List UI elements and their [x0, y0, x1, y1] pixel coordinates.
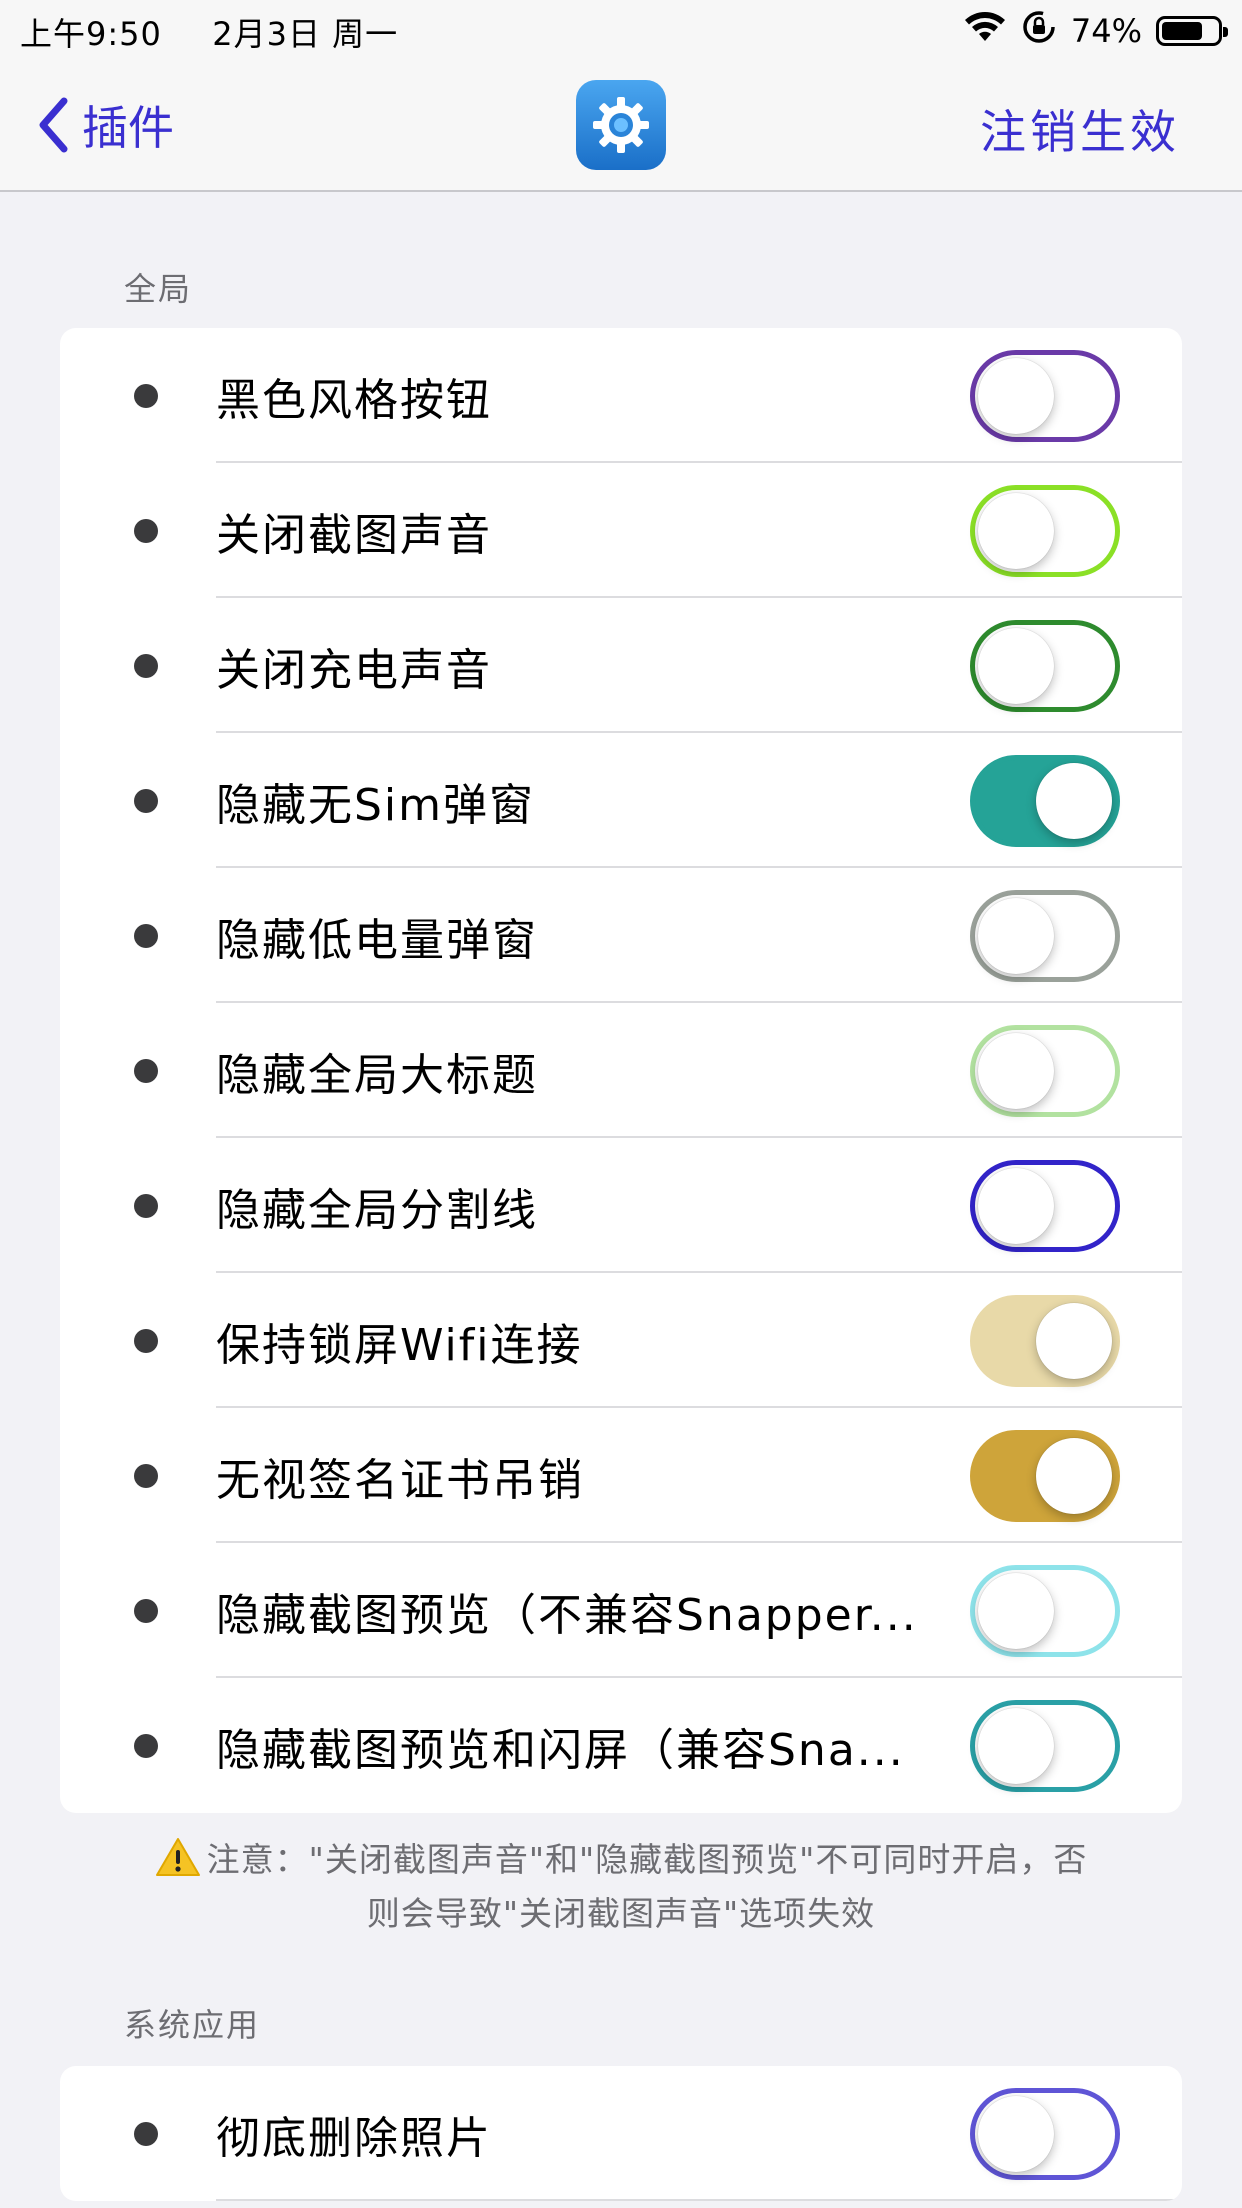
settings-row-label: 隐藏截图预览和闪屏（兼容Sna... — [216, 1724, 905, 1776]
toggle-knob — [978, 898, 1054, 974]
toggle-knob — [978, 1573, 1054, 1649]
status-time: 上午9:50 — [20, 15, 162, 53]
warning-text-line1: 注意："关闭截图声音"和"隐藏截图预览"不可同时开启，否 — [206, 1840, 1088, 1879]
settings-row: 关闭充电声音 — [60, 598, 1182, 733]
battery-percent: 74% — [1070, 12, 1142, 50]
bullet-icon — [134, 1329, 158, 1353]
toggle-switch[interactable] — [970, 1430, 1120, 1522]
settings-row-label: 彻底删除照片 — [216, 2112, 492, 2164]
settings-gear-icon — [576, 80, 666, 170]
settings-row: 关闭截图声音 — [60, 463, 1182, 598]
toggle-switch[interactable] — [970, 350, 1120, 442]
settings-row: 隐藏低电量弹窗 — [60, 868, 1182, 1003]
status-date: 2月3日 周一 — [212, 15, 399, 53]
bullet-icon — [134, 519, 158, 543]
settings-group-global: 黑色风格按钮 关闭截图声音 关闭充电声音 隐藏无Sim弹窗 隐藏低电量弹窗 隐藏全局大标题… — [60, 328, 1182, 1813]
bullet-icon — [134, 1194, 158, 1218]
status-bar: 上午9:50 2月3日 周一 74% — [0, 0, 1242, 56]
status-time-date: 上午9:50 2月3日 周一 — [20, 9, 398, 55]
settings-row: 保持锁屏Wifi连接 — [60, 1273, 1182, 1408]
toggle-switch[interactable] — [970, 620, 1120, 712]
toggle-switch[interactable] — [970, 1025, 1120, 1117]
bullet-icon — [134, 1599, 158, 1623]
chevron-left-icon — [39, 97, 68, 153]
toggle-knob — [1036, 1303, 1112, 1379]
section-header-global: 全局 — [124, 270, 193, 308]
toggle-knob — [978, 1168, 1054, 1244]
settings-row-label: 隐藏低电量弹窗 — [216, 914, 538, 966]
settings-row-label: 黑色风格按钮 — [216, 374, 492, 426]
bullet-icon — [134, 654, 158, 678]
toggle-knob — [978, 1708, 1054, 1784]
toggle-knob — [978, 1033, 1054, 1109]
bullet-icon — [134, 384, 158, 408]
toggle-knob — [978, 493, 1054, 569]
back-button[interactable]: 插件 — [38, 92, 174, 158]
toggle-switch[interactable] — [970, 890, 1120, 982]
settings-row: 无视签名证书吊销 — [60, 1408, 1182, 1543]
toggle-switch[interactable] — [970, 1565, 1120, 1657]
back-button-label: 插件 — [82, 101, 174, 155]
settings-row: 隐藏截图预览和闪屏（兼容Sna... — [60, 1678, 1182, 1813]
toggle-knob — [1036, 763, 1112, 839]
settings-row: 彻底删除照片 — [60, 2066, 1182, 2201]
warning-text-line2: 则会导致"关闭截图声音"选项失效 — [366, 1894, 876, 1933]
toggle-switch[interactable] — [970, 755, 1120, 847]
toggle-switch[interactable] — [970, 1700, 1120, 1792]
warning-icon — [155, 1837, 201, 1890]
section-header-system-apps: 系统应用 — [124, 2006, 261, 2044]
bullet-icon — [134, 1464, 158, 1488]
settings-row-label: 隐藏截图预览（不兼容Snapper... — [216, 1589, 918, 1641]
toggle-switch[interactable] — [970, 485, 1120, 577]
settings-row-label: 保持锁屏Wifi连接 — [216, 1319, 583, 1371]
bullet-icon — [134, 2122, 158, 2146]
settings-row-label: 隐藏全局大标题 — [216, 1049, 538, 1101]
toggle-switch[interactable] — [970, 2088, 1120, 2180]
settings-row: 隐藏截图预览（不兼容Snapper... — [60, 1543, 1182, 1678]
bullet-icon — [134, 924, 158, 948]
settings-row: 隐藏全局分割线 — [60, 1138, 1182, 1273]
navigation-bar: 插件 注销生效 — [0, 56, 1242, 192]
settings-row: 隐藏全局大标题 — [60, 1003, 1182, 1138]
settings-row: 隐藏无Sim弹窗 — [60, 733, 1182, 868]
bullet-icon — [134, 1734, 158, 1758]
toggle-switch[interactable] — [970, 1160, 1120, 1252]
bullet-icon — [134, 789, 158, 813]
battery-icon — [1156, 16, 1228, 46]
bullet-icon — [134, 1059, 158, 1083]
settings-group-system-apps: 彻底删除照片 — [60, 2066, 1182, 2201]
warning-note: 注意："关闭截图声音"和"隐藏截图预览"不可同时开启，否 则会导致"关闭截图声音… — [100, 1836, 1142, 1938]
settings-row-label: 无视签名证书吊销 — [216, 1454, 584, 1506]
toggle-knob — [1036, 1438, 1112, 1514]
settings-row-label: 隐藏全局分割线 — [216, 1184, 538, 1236]
toggle-switch[interactable] — [970, 1295, 1120, 1387]
wifi-icon — [963, 10, 1007, 52]
rotation-lock-icon — [1021, 9, 1057, 53]
settings-row-label: 关闭截图声音 — [216, 509, 492, 561]
status-indicators: 74% — [963, 9, 1228, 53]
settings-row-label: 关闭充电声音 — [216, 644, 492, 696]
toggle-knob — [978, 2096, 1054, 2172]
settings-row: 黑色风格按钮 — [60, 328, 1182, 463]
settings-row-label: 隐藏无Sim弹窗 — [216, 779, 536, 831]
logout-apply-button[interactable]: 注销生效 — [980, 96, 1180, 162]
toggle-knob — [978, 628, 1054, 704]
toggle-knob — [978, 358, 1054, 434]
